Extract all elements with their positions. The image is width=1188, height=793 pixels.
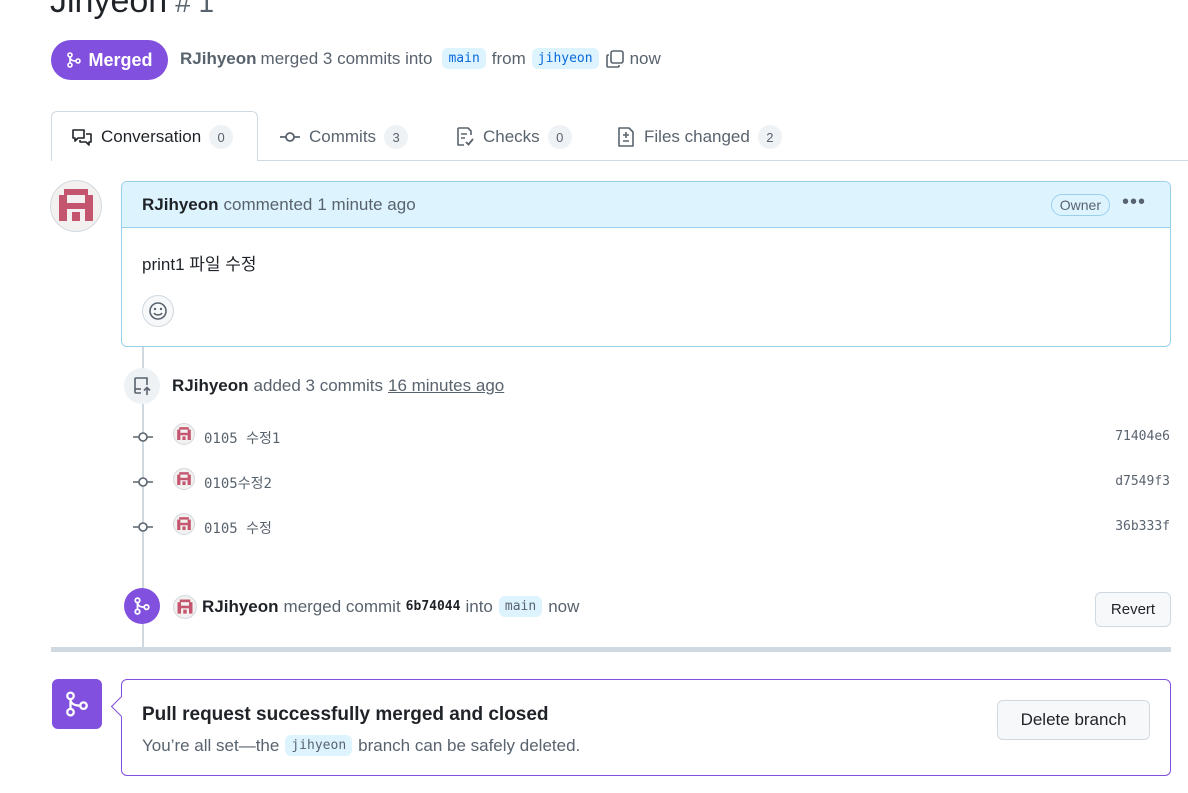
head-branch-link[interactable]: jihyeon	[531, 48, 599, 69]
commit-sha-link[interactable]: 36b333f	[1115, 519, 1170, 534]
identicon-icon	[59, 189, 93, 221]
timeline-divider	[51, 647, 1171, 652]
smiley-icon	[149, 302, 167, 320]
merge-author-link[interactable]: RJihyeon	[202, 597, 279, 617]
merge-commit-sha-link[interactable]: 6b74044	[406, 599, 461, 614]
identicon-icon	[177, 427, 191, 440]
pr-title: Jinyeon # 1	[50, 0, 214, 21]
subtitle-after: branch can be safely deleted.	[358, 735, 581, 755]
merged-status-icon	[52, 679, 102, 729]
head-branch-link[interactable]: jihyeon	[285, 735, 353, 756]
checklist-icon	[457, 127, 474, 146]
avatar[interactable]	[173, 423, 195, 445]
git-merge-icon	[66, 691, 88, 717]
tab-label: Checks	[483, 127, 540, 146]
merge-branch-link[interactable]: main	[498, 596, 543, 617]
merge-status-title: Pull request successfully merged and clo…	[142, 704, 549, 725]
subtitle-before: You’re all set—the	[142, 735, 280, 755]
commit-sha-link[interactable]: 71404e6	[1115, 429, 1170, 444]
merge-time: now	[548, 596, 580, 616]
git-commit-icon	[280, 132, 300, 142]
avatar[interactable]	[173, 595, 197, 619]
tab-counter: 2	[757, 125, 782, 149]
commit-message-link[interactable]: 0105수정2	[204, 473, 272, 493]
merged-time: now	[629, 48, 661, 68]
event-text: added 3 commits	[253, 376, 383, 395]
comment-time-link[interactable]: 1 minute ago	[317, 195, 415, 215]
state-label: Merged	[88, 49, 153, 70]
merge-event: RJihyeon merged commit 6b74044 into main…	[202, 596, 579, 617]
git-merge-icon	[134, 597, 150, 615]
identicon-icon	[177, 517, 191, 530]
identicon-icon	[177, 599, 193, 614]
owner-badge: Owner	[1050, 194, 1110, 216]
merge-event-text: merged commit	[283, 596, 401, 616]
revert-button[interactable]: Revert	[1095, 592, 1171, 627]
repo-push-event-icon	[124, 368, 160, 404]
event-time-link[interactable]: 16 minutes ago	[388, 376, 504, 396]
add-reaction-button[interactable]	[142, 295, 174, 327]
from-text: from	[491, 48, 526, 68]
comment-author-link[interactable]: RJihyeon	[142, 195, 219, 215]
commit-dot-icon	[132, 431, 154, 443]
pr-number: # 1	[175, 0, 215, 18]
tab-counter: 3	[384, 125, 409, 149]
base-branch-link[interactable]: main	[442, 48, 486, 69]
avatar[interactable]	[173, 513, 195, 535]
commit-dot-icon	[132, 476, 154, 488]
tab-label: Files changed	[644, 127, 750, 146]
commit-sha-link[interactable]: d7549f3	[1115, 474, 1170, 489]
pr-title-text: Jinyeon	[50, 0, 168, 20]
merge-event-icon	[124, 588, 160, 624]
merged-state-badge: Merged	[51, 40, 168, 80]
commit-dot-icon	[132, 521, 154, 533]
repo-push-icon	[134, 377, 151, 395]
merged-text: merged 3 commits into	[260, 48, 433, 68]
comment-discussion-icon	[72, 129, 92, 146]
comment-body: print1 파일 수정	[142, 255, 257, 274]
git-merge-icon	[67, 52, 82, 68]
pr-meta: RJihyeon merged 3 commits into main from…	[180, 48, 661, 69]
kebab-menu-icon[interactable]: •••	[1122, 191, 1146, 214]
tab-label: Commits	[309, 127, 377, 146]
tab-counter: 0	[547, 125, 572, 149]
box-pointer	[110, 695, 133, 718]
copy-icon[interactable]	[605, 49, 625, 69]
tab-commits[interactable]: Commits 3	[279, 124, 409, 150]
event-author-link[interactable]: RJihyeon	[172, 376, 249, 396]
into-text: into	[465, 596, 493, 616]
merge-status-box: Pull request successfully merged and clo…	[110, 679, 1171, 776]
tab-label: Conversation	[101, 127, 202, 146]
tab-files-changed[interactable]: Files changed 2	[616, 124, 782, 150]
comment-action: commented	[223, 194, 313, 214]
avatar[interactable]	[173, 468, 195, 490]
commit-message-link[interactable]: 0105 수정	[204, 518, 272, 538]
merge-status-subtitle: You’re all set—the jihyeon branch can be…	[142, 735, 580, 756]
file-diff-icon	[618, 127, 634, 147]
delete-branch-button[interactable]: Delete branch	[997, 700, 1150, 740]
tab-counter: 0	[209, 125, 234, 149]
pr-author-link[interactable]: RJihyeon	[180, 49, 257, 69]
tab-checks[interactable]: Checks 0	[455, 124, 572, 150]
identicon-icon	[177, 472, 191, 485]
commits-added-event: RJihyeon added 3 commits 16 minutes ago	[172, 376, 504, 396]
commit-message-link[interactable]: 0105 수정1	[204, 428, 280, 448]
comment-card: RJihyeon commented 1 minute ago Owner ••…	[121, 181, 1171, 347]
tab-conversation[interactable]: Conversation 0	[71, 124, 234, 150]
comment-header: RJihyeon commented 1 minute ago Owner ••…	[122, 182, 1170, 228]
avatar[interactable]	[50, 180, 102, 232]
